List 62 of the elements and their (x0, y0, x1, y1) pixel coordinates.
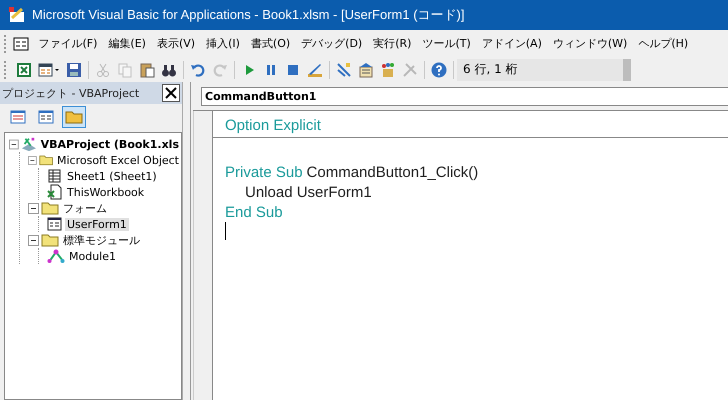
menu-item[interactable]: 挿入(I) (200, 36, 246, 51)
clipboard-icon (139, 62, 155, 78)
object-browser-icon (380, 62, 396, 78)
project-icon (20, 136, 37, 152)
code-text: End Sub (225, 204, 283, 220)
close-button[interactable] (162, 84, 180, 102)
workbook-icon (47, 184, 63, 200)
excel-icon (16, 62, 32, 78)
expander-icon[interactable] (28, 154, 37, 166)
code-view-icon (10, 110, 26, 124)
ruler-pencil-icon (307, 62, 323, 78)
tools-icon (402, 62, 418, 78)
menu-item[interactable]: ツール(T) (416, 36, 476, 51)
tree-item[interactable]: VBAProject (Book1.xls (38, 138, 181, 150)
folder-icon (41, 201, 59, 215)
menu-item[interactable]: 編集(E) (102, 36, 152, 51)
panel-title: プロジェクト - VBAProject (2, 86, 140, 100)
menu-item[interactable]: デバッグ(D) (296, 36, 368, 51)
menu-item[interactable]: ヘルプ(H) (632, 36, 694, 51)
code-text: Private Sub (225, 164, 303, 180)
module-icon (47, 248, 65, 264)
form-icon (38, 110, 54, 124)
form-icon (47, 216, 63, 232)
folder-icon (38, 153, 53, 167)
code-text: CommandButton1_Click() (306, 164, 478, 180)
menu-item[interactable]: アドイン(A) (476, 36, 548, 51)
menu-item[interactable]: 表示(V) (151, 36, 201, 51)
copy-icon (117, 62, 133, 78)
project-explorer-icon (336, 62, 352, 78)
redo-icon (212, 62, 228, 78)
cursor-position: 6 行, 1 桁 (457, 58, 631, 80)
folder-icon (41, 233, 59, 247)
window-title: Microsoft Visual Basic for Applications - Book1.xlsm - [UserForm1 (コード)] (32, 6, 464, 24)
tree-item[interactable]: Module1 (67, 250, 118, 262)
app-icon (8, 6, 26, 24)
menu-item[interactable]: 実行(R) (368, 36, 417, 51)
form-icon (38, 62, 60, 78)
expander-icon[interactable] (28, 202, 39, 214)
object-dropdown[interactable]: CommandButton1 (201, 87, 728, 106)
menu-item[interactable]: ファイル(F) (33, 36, 103, 51)
code-text: Unload UserForm1 (245, 184, 372, 200)
expander-icon[interactable] (28, 234, 39, 246)
undo-icon (190, 62, 206, 78)
properties-icon (358, 62, 374, 78)
scissors-icon (95, 62, 111, 78)
tree-item[interactable]: UserForm1 (65, 218, 129, 230)
menu-item[interactable]: 書式(O) (245, 36, 296, 51)
tree-item[interactable]: フォーム (61, 200, 109, 216)
close-icon (165, 87, 177, 99)
sheet-icon (47, 168, 63, 184)
tree-item[interactable]: ThisWorkbook (65, 186, 146, 198)
save-icon (66, 62, 82, 78)
code-editor[interactable]: Option Explicit Private Sub CommandButton1_Click() Unload UserForm1 End Sub (213, 111, 728, 400)
menu-item[interactable]: ウィンドウ(W) (547, 36, 633, 51)
form-icon (13, 36, 29, 50)
expander-icon[interactable] (9, 138, 19, 150)
code-text: Option Explicit (225, 116, 321, 134)
tree-item[interactable]: Microsoft Excel Object (54, 154, 181, 166)
tree-item[interactable]: 標準モジュール (61, 232, 142, 248)
tree-item[interactable]: Sheet1 (Sheet1) (65, 170, 159, 182)
folder-icon (65, 110, 83, 124)
help-icon (431, 62, 447, 78)
